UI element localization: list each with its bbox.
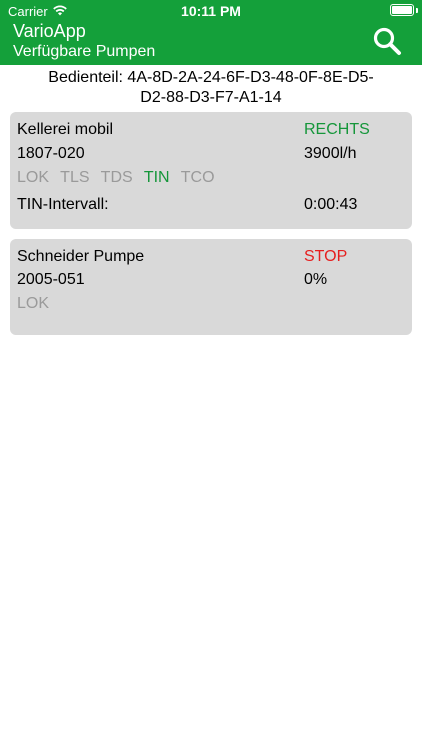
app-header: Carrier 10:11 PM VarioApp Verfügbare Pum… <box>0 0 422 65</box>
pump-status: RECHTS <box>304 121 370 138</box>
flag-tds: TDS <box>100 169 133 186</box>
flag-lok: LOK <box>17 169 50 186</box>
pump-flow: 3900l/h <box>304 145 357 162</box>
flag-tls: TLS <box>60 169 90 186</box>
flag-lok: LOK <box>17 295 50 312</box>
control-panel-label-line1: Bedienteil: 4A-8D-2A-24-6F-D3-48-0F-8E-D… <box>48 69 374 86</box>
flag-tin: TIN <box>143 169 170 186</box>
pump-status: STOP <box>304 248 348 265</box>
pump-flow: 0% <box>304 271 328 288</box>
pump-id: 1807-020 <box>17 145 85 162</box>
pump-flags: LOK TLS TDS TIN TCO <box>17 168 215 188</box>
app-subtitle: Verfügbare Pumpen <box>13 43 156 60</box>
pump-card-kellerei-mobil[interactable]: Kellerei mobil RECHTS 1807-020 3900l/h L… <box>10 112 412 229</box>
pump-name: Schneider Pumpe <box>17 248 145 265</box>
interval-value: 0:00:43 <box>304 196 358 213</box>
pump-flags: LOK <box>17 294 49 314</box>
pump-name: Kellerei mobil <box>17 121 114 138</box>
pump-id: 2005-051 <box>17 271 85 288</box>
status-bar: Carrier 10:11 PM <box>0 0 422 22</box>
battery-icon <box>390 4 414 16</box>
control-panel-label-line2: D2-88-D3-F7-A1-14 <box>140 89 282 106</box>
search-icon[interactable] <box>372 26 402 56</box>
clock: 10:11 PM <box>181 3 241 19</box>
control-panel-id: Bedienteil: 4A-8D-2A-24-6F-D3-48-0F-8E-D… <box>0 68 422 108</box>
interval-label: TIN-Intervall: <box>17 196 109 213</box>
flag-tco: TCO <box>180 169 215 186</box>
battery-cap <box>416 8 418 13</box>
pump-card-schneider-pumpe[interactable]: Schneider Pumpe STOP 2005-051 0% LOK <box>10 239 412 335</box>
app-title: VarioApp <box>13 21 86 41</box>
